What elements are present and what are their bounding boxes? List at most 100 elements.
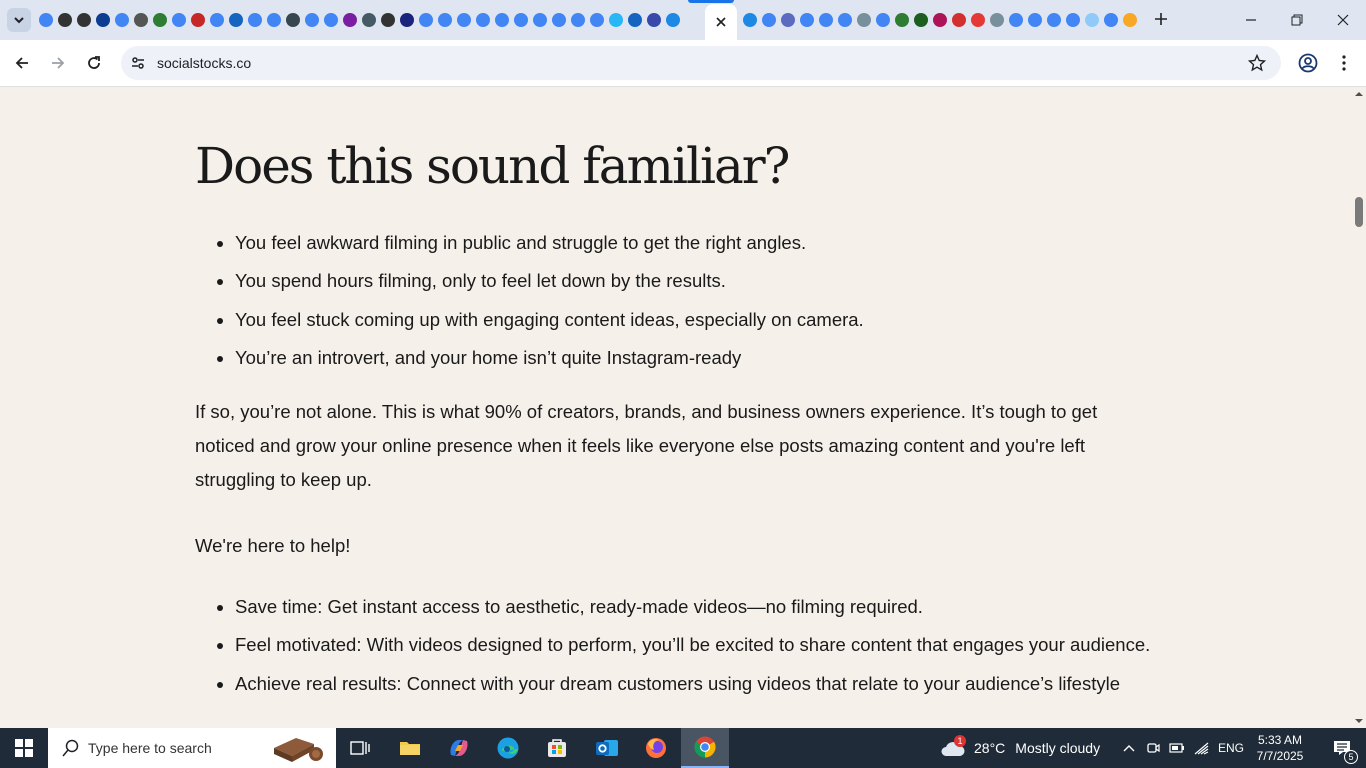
taskbar-search-box[interactable]: Type here to search	[48, 728, 336, 768]
back-button[interactable]	[9, 50, 35, 76]
url-text[interactable]: socialstocks.co	[157, 55, 251, 71]
tab-favicon[interactable]	[587, 10, 606, 30]
tab-favicon[interactable]	[283, 10, 302, 30]
reload-button[interactable]	[81, 50, 107, 76]
edge-app[interactable]	[484, 728, 532, 768]
bookmark-button[interactable]	[1247, 53, 1267, 73]
tab-favicon[interactable]	[663, 10, 682, 30]
tab-favicon[interactable]	[949, 10, 968, 30]
task-view-button[interactable]	[336, 728, 384, 768]
network-status[interactable]	[1190, 728, 1214, 768]
tab-favicon[interactable]	[416, 10, 435, 30]
outlook-app[interactable]	[583, 728, 631, 768]
chevron-down-icon	[14, 17, 24, 24]
copilot-app[interactable]	[435, 728, 483, 768]
close-icon[interactable]	[715, 16, 727, 28]
scrollbar-thumb[interactable]	[1355, 197, 1363, 227]
microsoft-store-app[interactable]	[533, 728, 581, 768]
tab-favicon[interactable]	[1025, 10, 1044, 30]
show-hidden-icons-button[interactable]	[1118, 728, 1140, 768]
tab-favicon[interactable]	[511, 10, 530, 30]
tab-favicon[interactable]	[644, 10, 663, 30]
tab-favicon[interactable]	[454, 10, 473, 30]
tab-favicon[interactable]	[568, 10, 587, 30]
tab-favicon[interactable]	[131, 10, 150, 30]
tab-favicon[interactable]	[188, 10, 207, 30]
tab-favicon[interactable]	[36, 10, 55, 30]
chrome-icon	[694, 736, 716, 758]
new-tab-button[interactable]	[1150, 8, 1172, 30]
chrome-app[interactable]	[681, 728, 729, 768]
notification-center-button[interactable]: 5	[1318, 728, 1366, 768]
tab-favicon[interactable]	[873, 10, 892, 30]
tab-favicon[interactable]	[1063, 10, 1082, 30]
tab-favicon[interactable]	[207, 10, 226, 30]
minimize-button[interactable]	[1228, 0, 1274, 40]
favicon-icon	[494, 13, 509, 27]
file-explorer-app[interactable]	[386, 728, 434, 768]
tab-favicon[interactable]	[606, 10, 625, 30]
tab-favicon[interactable]	[112, 10, 131, 30]
tab-favicon[interactable]	[968, 10, 987, 30]
system-clock[interactable]: 5:33 AM 7/7/2025	[1250, 732, 1310, 764]
tab-favicon[interactable]	[854, 10, 873, 30]
tab-favicon[interactable]	[435, 10, 454, 30]
tab-favicon[interactable]	[226, 10, 245, 30]
tab-favicon[interactable]	[169, 10, 188, 30]
input-language-indicator[interactable]: ENG	[1214, 728, 1248, 768]
restore-button[interactable]	[1274, 0, 1320, 40]
tab-favicon[interactable]	[74, 10, 93, 30]
tab-favicon[interactable]	[911, 10, 930, 30]
tab-favicon[interactable]	[759, 10, 778, 30]
tab-favicon[interactable]	[625, 10, 644, 30]
browser-menu-button[interactable]	[1334, 51, 1354, 75]
tab-favicon[interactable]	[987, 10, 1006, 30]
tab-favicon[interactable]	[340, 10, 359, 30]
tab-favicon[interactable]	[835, 10, 854, 30]
tab-favicon[interactable]	[1082, 10, 1101, 30]
active-tab[interactable]	[705, 4, 737, 40]
profile-button[interactable]	[1296, 51, 1320, 75]
favicon-icon	[589, 13, 604, 27]
tab-favicon[interactable]	[930, 10, 949, 30]
tab-favicon[interactable]	[549, 10, 568, 30]
list-item: Save time: Get instant access to aesthet…	[235, 588, 1150, 626]
tune-icon	[132, 57, 144, 69]
page-scrollbar[interactable]	[1352, 87, 1366, 728]
tab-favicon[interactable]	[397, 10, 416, 30]
scroll-up-arrow-icon[interactable]	[1354, 89, 1364, 99]
favicon-icon	[513, 13, 528, 27]
tab-favicon[interactable]	[150, 10, 169, 30]
tab-favicon[interactable]	[264, 10, 283, 30]
tab-favicon[interactable]	[1044, 10, 1063, 30]
tab-favicon[interactable]	[740, 10, 759, 30]
tab-search-button[interactable]	[7, 8, 31, 32]
tab-favicon[interactable]	[1006, 10, 1025, 30]
close-window-button[interactable]	[1320, 0, 1366, 40]
tab-favicon[interactable]	[245, 10, 264, 30]
tab-favicon[interactable]	[892, 10, 911, 30]
tab-favicon[interactable]	[55, 10, 74, 30]
tab-favicon[interactable]	[378, 10, 397, 30]
weather-widget[interactable]: 1 28°C Mostly cloudy	[940, 728, 1100, 768]
tab-favicon[interactable]	[93, 10, 112, 30]
forward-button[interactable]	[45, 50, 71, 76]
tab-favicon[interactable]	[778, 10, 797, 30]
start-button[interactable]	[0, 728, 48, 768]
tab-favicon[interactable]	[359, 10, 378, 30]
site-info-button[interactable]	[128, 53, 148, 73]
tab-favicon[interactable]	[1120, 10, 1139, 30]
address-bar[interactable]: socialstocks.co	[121, 46, 1281, 80]
tab-favicon[interactable]	[816, 10, 835, 30]
tab-favicon[interactable]	[797, 10, 816, 30]
firefox-app[interactable]	[632, 728, 680, 768]
tab-favicon[interactable]	[1101, 10, 1120, 30]
tab-favicon[interactable]	[321, 10, 340, 30]
tab-favicon[interactable]	[473, 10, 492, 30]
meet-now-button[interactable]	[1142, 728, 1164, 768]
tab-favicon[interactable]	[302, 10, 321, 30]
scroll-down-arrow-icon[interactable]	[1354, 716, 1364, 726]
tab-favicon[interactable]	[492, 10, 511, 30]
tab-favicon[interactable]	[530, 10, 549, 30]
battery-status[interactable]	[1166, 728, 1188, 768]
